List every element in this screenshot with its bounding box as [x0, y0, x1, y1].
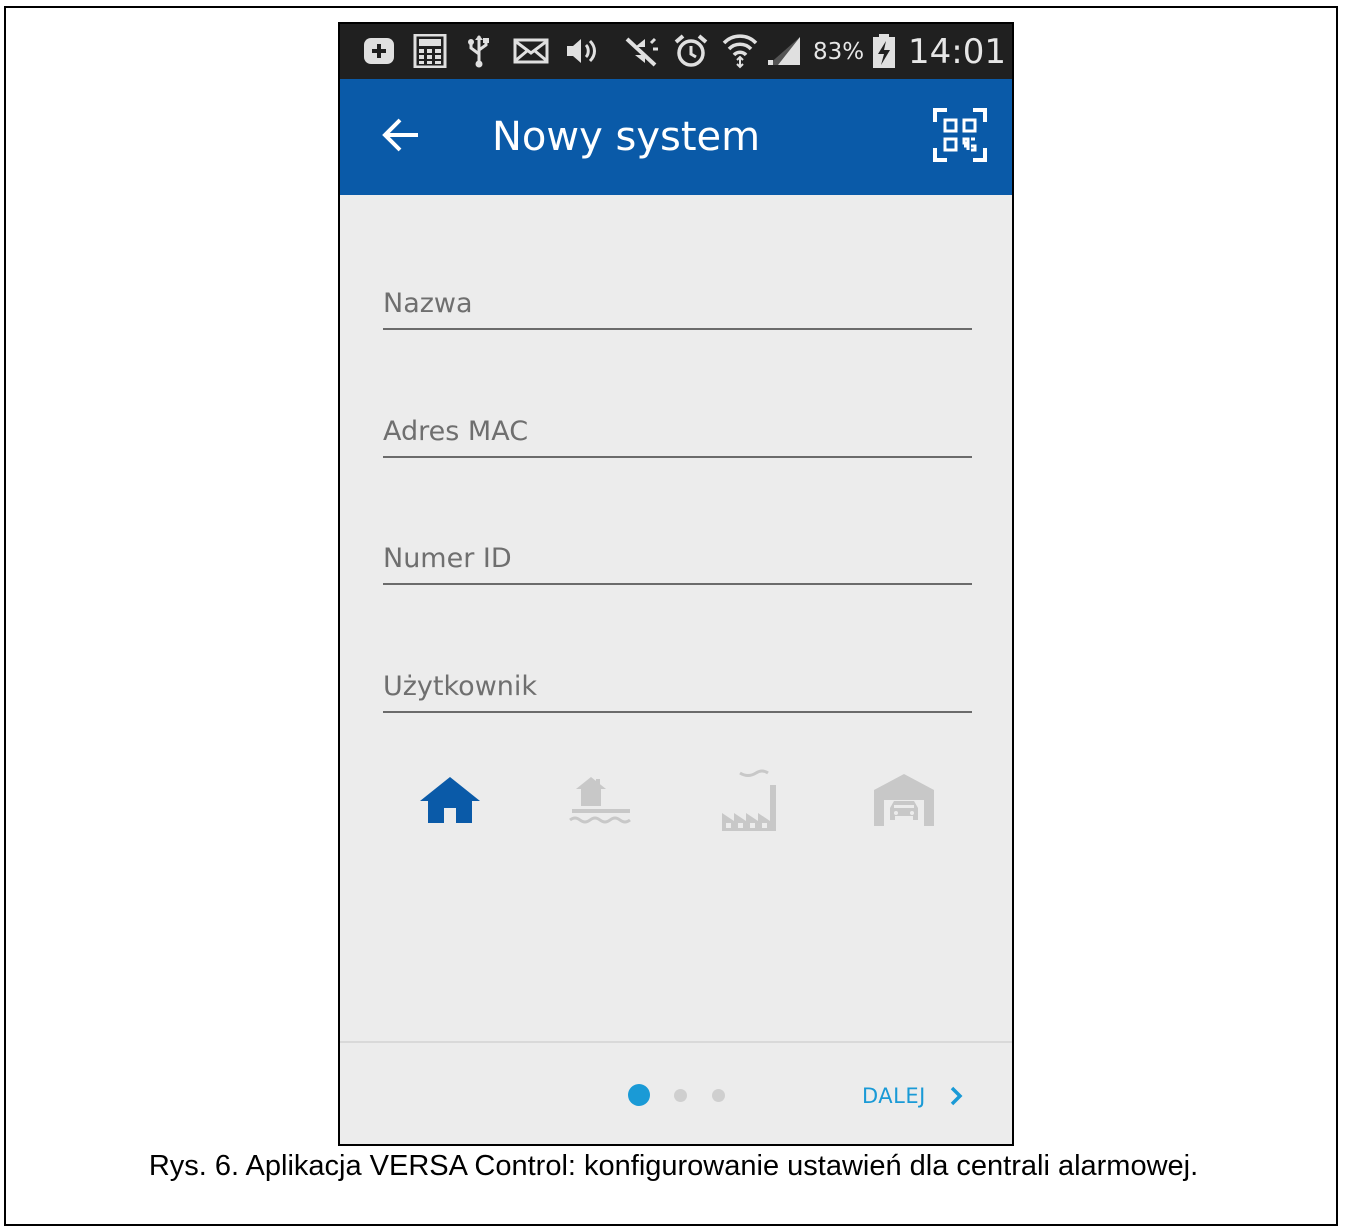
mac-address-input[interactable]: [383, 392, 972, 458]
calculator-icon: [410, 34, 450, 68]
phone-screen: 83% 14:01 Nowy system Nazwa Adres MAC Nu…: [338, 22, 1014, 1146]
id-field: [383, 519, 972, 589]
qr-scan-button[interactable]: [930, 107, 990, 167]
mail-icon: [512, 34, 550, 68]
page-dot-1: [628, 1084, 650, 1106]
arrow-left-icon: [380, 117, 420, 157]
plus-icon: [360, 34, 398, 68]
id-number-input[interactable]: [383, 519, 972, 585]
app-bar: Nowy system: [340, 79, 1012, 195]
chevron-right-icon: [950, 1086, 964, 1106]
name-input[interactable]: [383, 264, 972, 330]
user-input[interactable]: [383, 647, 972, 713]
alarm-icon: [672, 34, 710, 68]
page-title: Nowy system: [492, 114, 761, 160]
next-button-label: DALEJ: [862, 1084, 926, 1108]
page-indicator: [628, 1084, 750, 1106]
object-type-lake-house[interactable]: [563, 764, 639, 840]
battery-charging-icon: [870, 34, 898, 68]
page-dot-2: [674, 1088, 687, 1102]
name-field: [383, 264, 972, 334]
footer-divider: [340, 1041, 1012, 1043]
battery-percent: 83%: [813, 38, 865, 65]
volume-icon: [564, 34, 598, 68]
clock: 14:01: [908, 31, 1006, 72]
signal-icon: [764, 34, 804, 68]
status-bar: 83% 14:01: [340, 24, 1012, 79]
usb-icon: [464, 34, 494, 68]
mac-field: [383, 392, 972, 462]
back-button[interactable]: [374, 109, 426, 165]
wifi-icon: [720, 34, 760, 69]
qr-scan-icon: [933, 108, 987, 166]
factory-icon: [718, 767, 786, 837]
figure-caption: Rys. 6. Aplikacja VERSA Control: konfigu…: [148, 1150, 1199, 1182]
object-type-factory[interactable]: [714, 764, 790, 840]
object-type-garage[interactable]: [866, 764, 942, 840]
next-button[interactable]: DALEJ: [862, 1074, 964, 1118]
mute-icon: [622, 34, 662, 68]
lake-house-icon: [568, 775, 634, 829]
page-dot-3: [712, 1088, 725, 1102]
garage-icon: [872, 772, 936, 832]
user-field: [383, 647, 972, 717]
object-type-home[interactable]: [412, 764, 488, 840]
home-icon: [418, 775, 482, 829]
